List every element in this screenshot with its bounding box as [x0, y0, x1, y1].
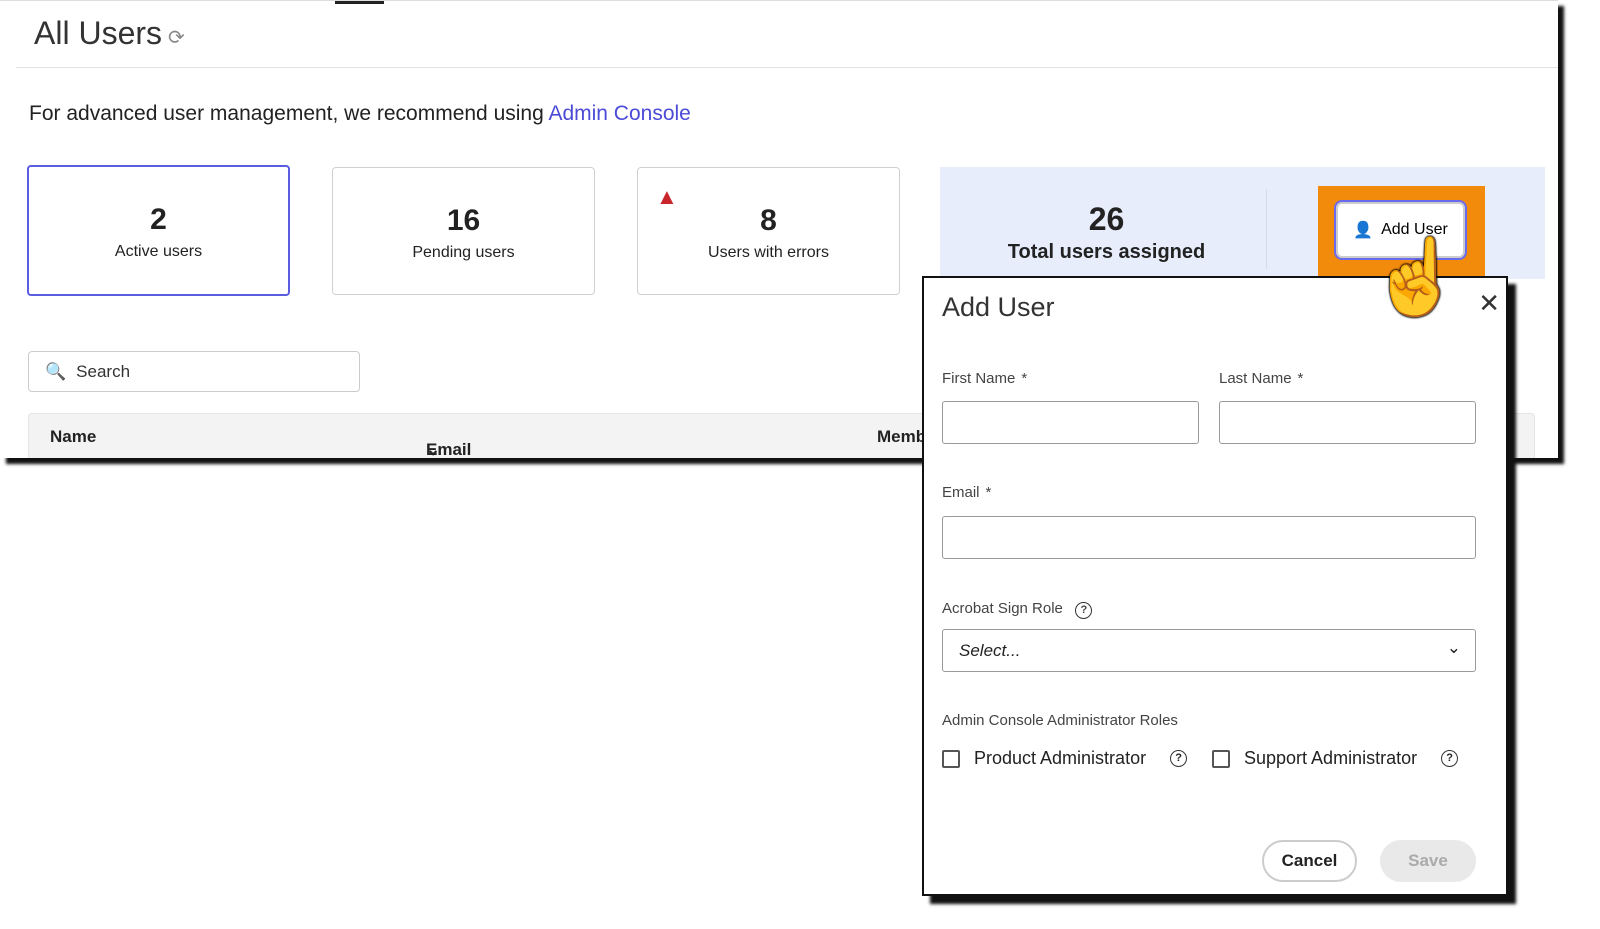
column-member[interactable]: Memb [877, 427, 926, 447]
pending-users-card[interactable]: 16Pending users [332, 167, 595, 295]
last-name-input[interactable] [1219, 401, 1476, 444]
save-button[interactable]: Save [1380, 840, 1476, 882]
hand-cursor-icon: ☝ [1370, 240, 1462, 314]
warning-icon: ▲ [656, 184, 678, 210]
search-icon: 🔍 [45, 362, 66, 382]
refresh-icon[interactable]: ⟳ [168, 27, 185, 49]
email-input[interactable] [942, 516, 1476, 559]
admin-roles-label: Admin Console Administrator Roles [942, 712, 1178, 729]
first-name-input[interactable] [942, 401, 1199, 444]
cancel-button[interactable]: Cancel [1262, 840, 1357, 882]
add-user-dialog: Add User ✕ First Name* Last Name* Email*… [922, 276, 1508, 896]
checkbox-icon [942, 750, 960, 768]
active-users-card[interactable]: 2Active users [27, 165, 290, 296]
help-icon[interactable]: ? [1075, 602, 1092, 619]
support-admin-checkbox[interactable]: Support Administrator? [1212, 748, 1458, 769]
column-name[interactable]: Name [50, 427, 96, 447]
first-name-label: First Name* [942, 370, 1027, 387]
dialog-title: Add User [942, 292, 1055, 323]
admin-console-notice: For advanced user management, we recomme… [29, 102, 691, 126]
page-title: All Users⟳ [34, 15, 185, 52]
role-label: Acrobat Sign Role ? [942, 600, 1092, 619]
active-tab-indicator [335, 1, 384, 4]
acrobat-sign-role-select[interactable]: Select...⌄ [942, 629, 1476, 672]
close-button[interactable]: ✕ [1478, 288, 1500, 319]
email-label: Email* [942, 484, 991, 501]
last-name-label: Last Name* [1219, 370, 1303, 387]
chevron-down-icon: ⌄ [426, 440, 440, 458]
divider [16, 67, 1558, 68]
help-icon[interactable]: ? [1170, 750, 1187, 767]
divider [1266, 189, 1267, 269]
help-icon[interactable]: ? [1441, 750, 1458, 767]
admin-console-link[interactable]: Admin Console [548, 102, 690, 125]
checkbox-icon [1212, 750, 1230, 768]
search-input[interactable]: 🔍Search [28, 351, 360, 392]
chevron-down-icon: ⌄ [1447, 638, 1461, 658]
users-with-errors-card[interactable]: ▲8Users with errors [637, 167, 900, 295]
product-admin-checkbox[interactable]: Product Administrator? [942, 748, 1187, 769]
